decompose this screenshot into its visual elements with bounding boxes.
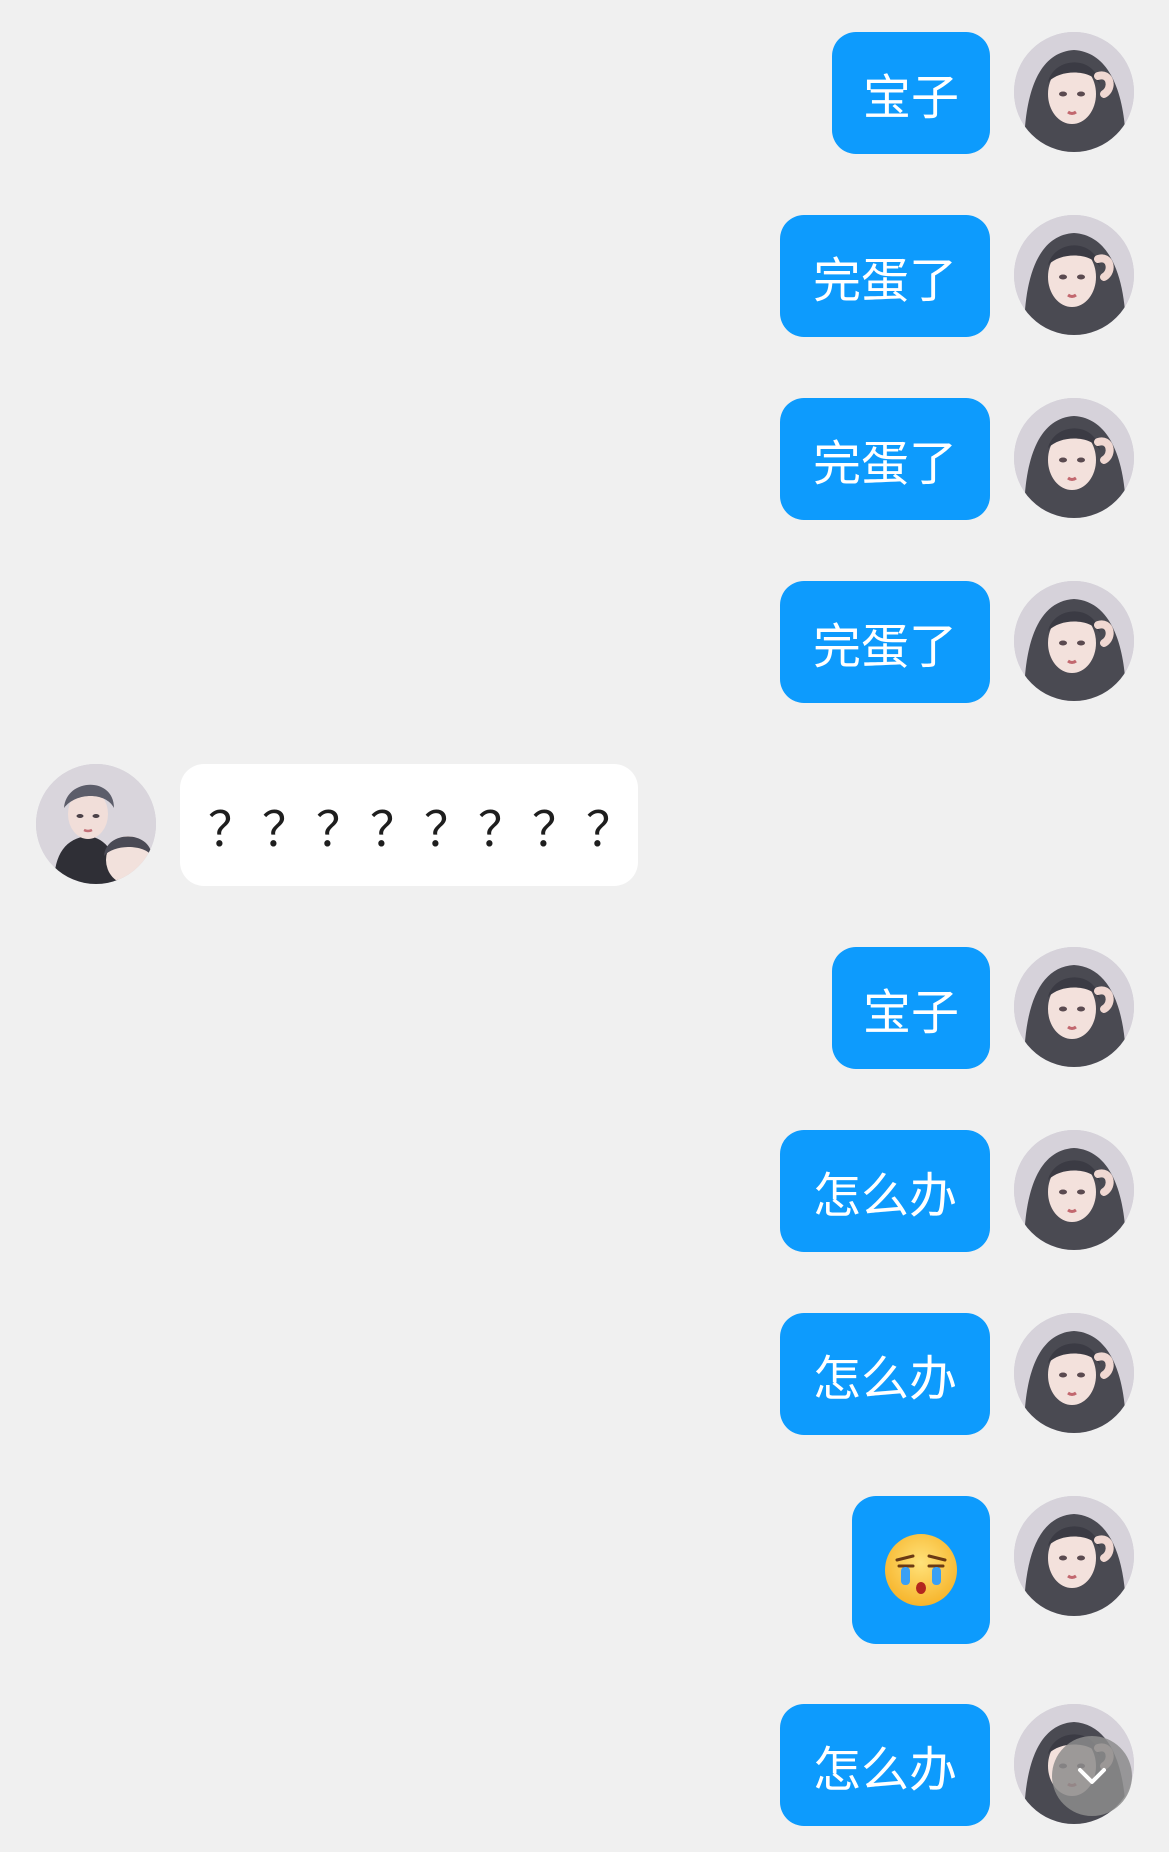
avatar-image (1014, 1496, 1134, 1616)
message-bubble[interactable]: ？？？？？？？？ (180, 764, 638, 886)
my-avatar[interactable] (1014, 1496, 1134, 1616)
message-bubble[interactable]: 完蛋了 (780, 398, 990, 520)
avatar-image (1014, 947, 1134, 1067)
message-bubble[interactable]: 完蛋了 (780, 215, 990, 337)
contact-avatar[interactable] (36, 764, 156, 884)
avatar-image (1014, 215, 1134, 335)
avatar-image (1014, 1313, 1134, 1433)
message-row-outgoing: 怎么办 (0, 1313, 1169, 1435)
message-row-incoming: ？？？？？？？？ (0, 764, 1169, 886)
my-avatar[interactable] (1014, 215, 1134, 335)
avatar-image (36, 764, 156, 884)
message-row-outgoing: 完蛋了 (0, 581, 1169, 703)
avatar-image (1014, 398, 1134, 518)
emoji-message-bubble[interactable] (852, 1496, 990, 1644)
message-row-outgoing: 完蛋了 (0, 215, 1169, 337)
chevron-down-icon (1078, 1768, 1106, 1784)
scroll-to-bottom-button[interactable] (1052, 1736, 1132, 1816)
message-row-outgoing: 宝子 (0, 32, 1169, 154)
message-row-outgoing: 怎么办 (0, 1704, 1169, 1826)
crying-face-emoji (883, 1532, 959, 1608)
my-avatar[interactable] (1014, 398, 1134, 518)
message-bubble[interactable]: 怎么办 (780, 1130, 990, 1252)
message-bubble[interactable]: 完蛋了 (780, 581, 990, 703)
message-bubble[interactable]: 宝子 (832, 947, 990, 1069)
message-row-outgoing: 宝子 (0, 947, 1169, 1069)
my-avatar[interactable] (1014, 1313, 1134, 1433)
avatar-image (1014, 1130, 1134, 1250)
my-avatar[interactable] (1014, 1130, 1134, 1250)
my-avatar[interactable] (1014, 32, 1134, 152)
avatar-image (1014, 581, 1134, 701)
message-bubble[interactable]: 怎么办 (780, 1704, 990, 1826)
avatar-image (1014, 32, 1134, 152)
message-bubble[interactable]: 怎么办 (780, 1313, 990, 1435)
message-row-outgoing: 完蛋了 (0, 398, 1169, 520)
message-row-outgoing (0, 1496, 1169, 1644)
message-row-outgoing: 怎么办 (0, 1130, 1169, 1252)
message-bubble[interactable]: 宝子 (832, 32, 990, 154)
my-avatar[interactable] (1014, 581, 1134, 701)
my-avatar[interactable] (1014, 947, 1134, 1067)
